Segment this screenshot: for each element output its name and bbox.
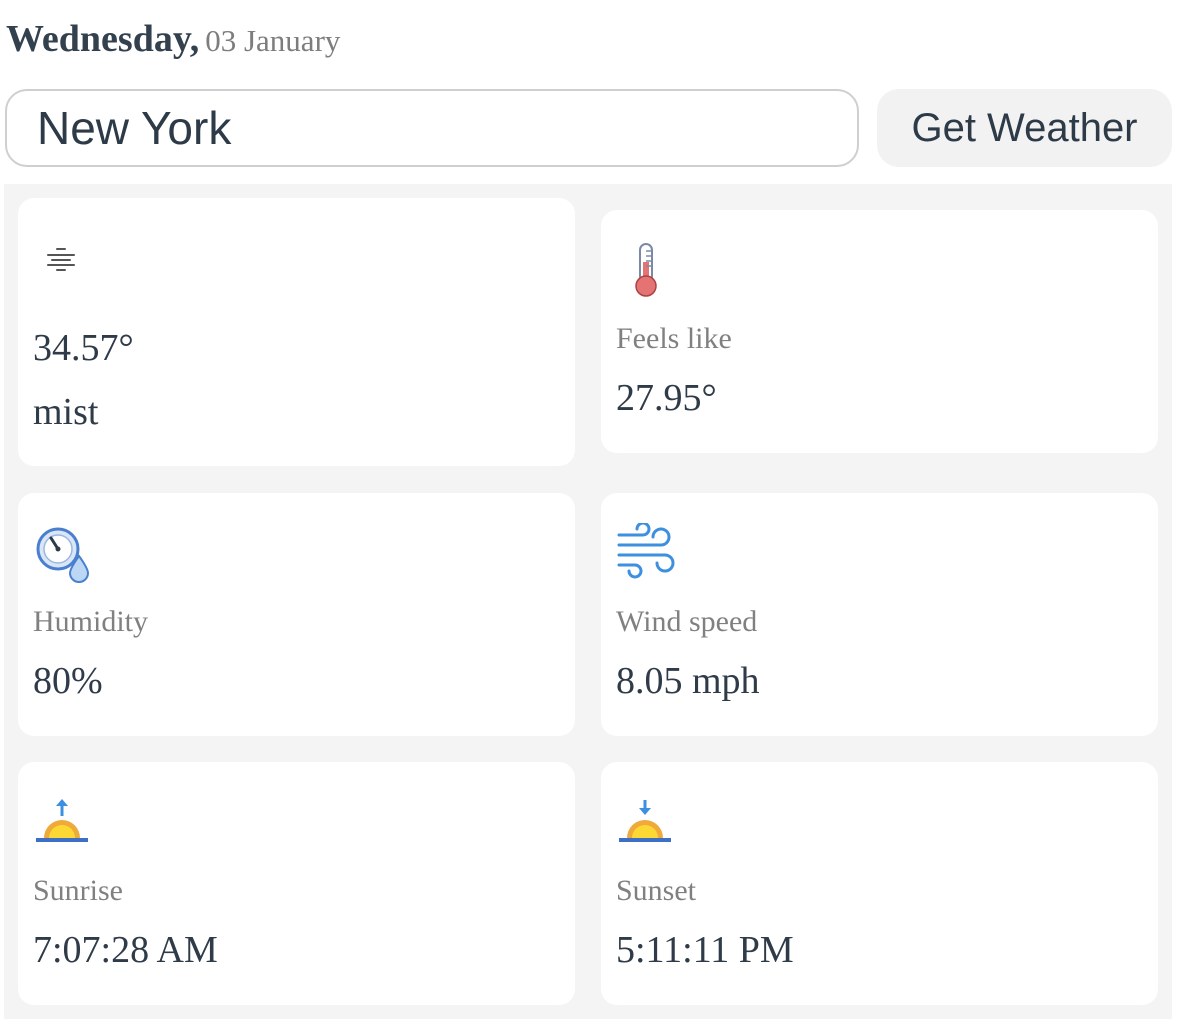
date-header: Wednesday, 03 January (6, 14, 340, 64)
mist-icon (47, 248, 75, 271)
sunrise-card: Sunrise 7:07:28 AM (18, 762, 575, 1005)
weather-description: mist (33, 391, 99, 433)
sunset-card: Sunset 5:11:11 PM (601, 762, 1158, 1005)
sunset-value: 5:11:11 PM (616, 929, 794, 971)
sunrise-icon (36, 799, 88, 842)
sunrise-value: 7:07:28 AM (33, 929, 218, 971)
feels-like-card: Feels like 27.95° (601, 210, 1158, 453)
wind-speed-card: Wind speed 8.05 mph (601, 493, 1158, 736)
current-weather-card: 34.57° mist (18, 198, 575, 466)
sunrise-label: Sunrise (33, 874, 123, 907)
thermometer-icon (635, 243, 657, 297)
wind-speed-label: Wind speed (616, 605, 758, 638)
weekday-label: Wednesday, (6, 18, 200, 60)
sunset-label: Sunset (616, 874, 697, 907)
humidity-gauge-icon (36, 527, 90, 583)
current-temperature: 34.57° (33, 327, 134, 369)
weather-grid: 34.57° mist Feels like 27.95° Humidity 8… (4, 184, 1172, 1019)
wind-icon (617, 523, 675, 579)
sunset-icon (619, 800, 671, 842)
wind-speed-value: 8.05 mph (616, 660, 760, 702)
humidity-value: 80% (33, 660, 103, 702)
humidity-label: Humidity (33, 605, 149, 638)
date-label: 03 January (205, 23, 341, 58)
city-search-input[interactable] (5, 89, 859, 167)
get-weather-button[interactable]: Get Weather (877, 89, 1172, 167)
feels-like-label: Feels like (616, 322, 732, 355)
feels-like-value: 27.95° (616, 377, 717, 419)
humidity-card: Humidity 80% (18, 493, 575, 736)
